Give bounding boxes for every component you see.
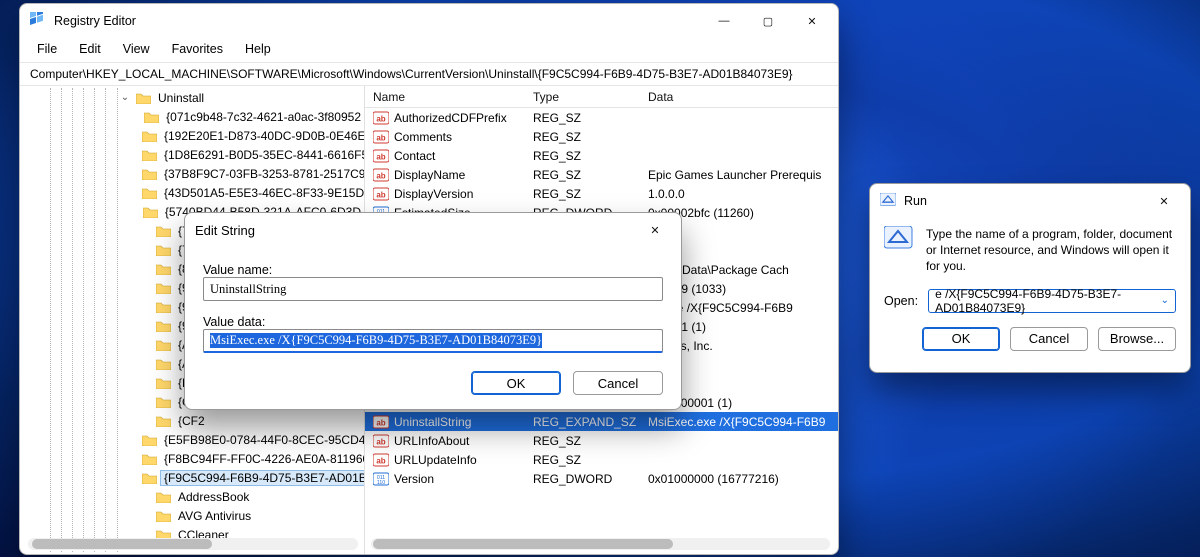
open-combobox[interactable]: e /X{F9C5C994-F6B9-4D75-B3E7-AD01B84073E… <box>928 289 1176 313</box>
value-type-icon <box>373 168 389 182</box>
open-value: e /X{F9C5C994-F6B9-4D75-B3E7-AD01B84073E… <box>935 287 1155 315</box>
menu-view[interactable]: View <box>114 40 159 58</box>
list-row[interactable]: URLUpdateInfoREG_SZ <box>365 450 838 469</box>
address-bar[interactable]: Computer\HKEY_LOCAL_MACHINE\SOFTWARE\Mic… <box>20 62 838 86</box>
value-data-label: Value data: <box>203 315 663 329</box>
value-type-icon <box>373 472 389 486</box>
edit-string-close-button[interactable]: ✕ <box>633 215 677 245</box>
run-ok-button[interactable]: OK <box>922 327 1000 351</box>
regedit-titlebar[interactable]: Registry Editor ― ▢ ✕ <box>20 4 838 38</box>
menu-help[interactable]: Help <box>236 40 280 58</box>
edit-string-titlebar[interactable]: Edit String ✕ <box>185 213 681 247</box>
value-type-icon <box>373 187 389 201</box>
tree-node[interactable]: {F9C5C994-F6B9-4D75-B3E7-AD01B <box>20 468 364 487</box>
list-row[interactable]: VersionREG_DWORD0x01000000 (16777216) <box>365 469 838 488</box>
value-data-selected-text: MsiExec.exe /X{F9C5C994-F6B9-4D75-B3E7-A… <box>210 333 542 348</box>
run-icon <box>884 226 914 253</box>
run-browse-button[interactable]: Browse... <box>1098 327 1176 351</box>
regedit-app-icon <box>30 12 46 31</box>
col-name[interactable]: Name <box>365 90 525 104</box>
tree-node[interactable]: {E5FB98E0-0784-44F0-8CEC-95CD46 <box>20 430 364 449</box>
close-button[interactable]: ✕ <box>790 6 834 36</box>
menu-file[interactable]: File <box>28 40 66 58</box>
tree-node[interactable]: {071c9b48-7c32-4621-a0ac-3f80952 <box>20 107 364 126</box>
list-header[interactable]: Name Type Data <box>365 86 838 108</box>
tree-node[interactable]: {192E20E1-D873-40DC-9D0B-0E46E <box>20 126 364 145</box>
run-title: Run <box>904 194 927 208</box>
tree-node[interactable]: {F8BC94FF-FF0C-4226-AE0A-811960 <box>20 449 364 468</box>
list-row[interactable]: CommentsREG_SZ <box>365 127 838 146</box>
run-titlebar[interactable]: Run ✕ <box>870 184 1190 218</box>
run-app-icon <box>880 193 896 210</box>
run-cancel-button[interactable]: Cancel <box>1010 327 1088 351</box>
value-type-icon <box>373 111 389 125</box>
run-dialog: Run ✕ Type the name of a program, folder… <box>869 183 1191 373</box>
value-type-icon <box>373 434 389 448</box>
edit-string-title: Edit String <box>195 223 255 238</box>
open-label: Open: <box>884 294 918 308</box>
ok-button[interactable]: OK <box>471 371 561 395</box>
tree-node[interactable]: {CF2 <box>20 411 364 430</box>
value-type-icon <box>373 453 389 467</box>
list-scrollbar-thumb[interactable] <box>373 539 673 549</box>
menu-edit[interactable]: Edit <box>70 40 110 58</box>
list-row[interactable]: DisplayVersionREG_SZ1.0.0.0 <box>365 184 838 203</box>
menu-favorites[interactable]: Favorites <box>163 40 232 58</box>
value-name-input[interactable] <box>203 277 663 301</box>
list-row[interactable]: UninstallStringREG_EXPAND_SZMsiExec.exe … <box>365 412 838 431</box>
menu-bar: File Edit View Favorites Help <box>20 38 838 62</box>
tree-node[interactable]: {37B8F9C7-03FB-3253-8781-2517C9 <box>20 164 364 183</box>
maximize-button[interactable]: ▢ <box>746 6 790 36</box>
tree-node[interactable]: {43D501A5-E5E3-46EC-8F33-9E15D2 <box>20 183 364 202</box>
list-row[interactable]: URLInfoAboutREG_SZ <box>365 431 838 450</box>
run-description: Type the name of a program, folder, docu… <box>926 226 1176 275</box>
value-name-label: Value name: <box>203 263 663 277</box>
run-close-button[interactable]: ✕ <box>1142 186 1186 216</box>
col-type[interactable]: Type <box>525 90 640 104</box>
tree-node-root[interactable]: ⌄Uninstall <box>20 88 364 107</box>
tree-node[interactable]: {1D8E6291-B0D5-35EC-8441-6616F5 <box>20 145 364 164</box>
edit-string-dialog: Edit String ✕ Value name: Value data: Ms… <box>184 212 682 410</box>
value-data-input[interactable]: MsiExec.exe /X{F9C5C994-F6B9-4D75-B3E7-A… <box>203 329 663 353</box>
tree-node[interactable]: AVG Antivirus <box>20 506 364 525</box>
tree-scrollbar-thumb[interactable] <box>32 539 212 549</box>
col-data[interactable]: Data <box>640 90 838 104</box>
value-type-icon <box>373 415 389 429</box>
list-row[interactable]: AuthorizedCDFPrefixREG_SZ <box>365 108 838 127</box>
minimize-button[interactable]: ― <box>702 6 746 36</box>
list-row[interactable]: DisplayNameREG_SZEpic Games Launcher Pre… <box>365 165 838 184</box>
regedit-title: Registry Editor <box>54 14 136 28</box>
cancel-button[interactable]: Cancel <box>573 371 663 395</box>
value-type-icon <box>373 130 389 144</box>
list-row[interactable]: ContactREG_SZ <box>365 146 838 165</box>
chevron-down-icon[interactable]: ⌄ <box>1161 295 1169 306</box>
tree-node[interactable]: AddressBook <box>20 487 364 506</box>
value-type-icon <box>373 149 389 163</box>
